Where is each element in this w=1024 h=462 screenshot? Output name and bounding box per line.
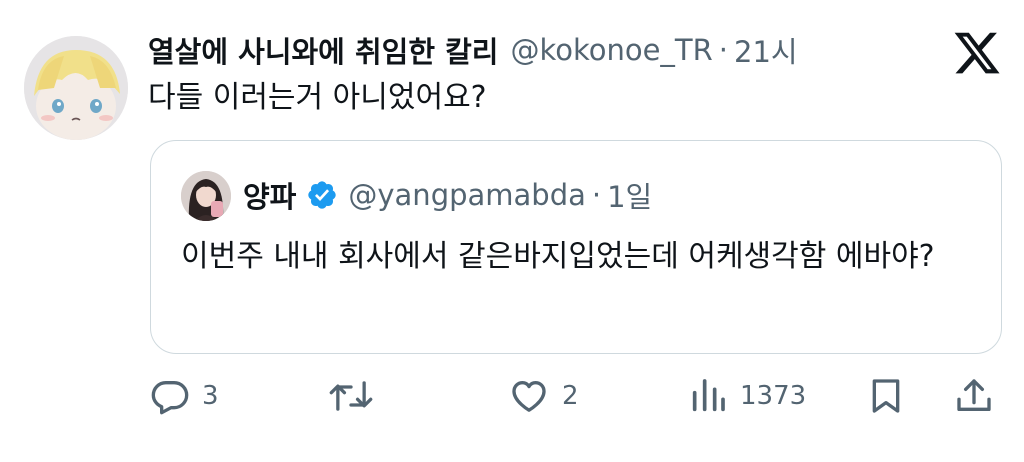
verified-badge-icon — [308, 181, 337, 209]
views-icon — [692, 379, 725, 412]
quoted-tweet[interactable]: 양파 @yangpamabda · 1일 이번주 내내 회사에서 같은바지입었는… — [150, 140, 1002, 354]
share-button[interactable] — [954, 372, 994, 420]
reply-button[interactable]: 3 — [150, 372, 219, 420]
separator-dot: · — [718, 33, 729, 67]
quoted-author-avatar[interactable] — [181, 171, 231, 221]
quoted-tweet-text: 이번주 내내 회사에서 같은바지입었는데 어케생각함 에바야? — [181, 239, 935, 274]
quoted-author-handle[interactable]: @yangpamabda — [348, 178, 586, 212]
like-count: 2 — [562, 381, 579, 411]
quoted-tweet-header: 양파 @yangpamabda · 1일 — [243, 173, 652, 217]
retweet-button[interactable] — [328, 372, 386, 420]
tweet-text: 다들 이러는거 아니었어요? — [148, 80, 487, 115]
author-avatar[interactable] — [24, 36, 128, 140]
like-icon — [512, 381, 546, 412]
quoted-tweet-timestamp[interactable]: 1일 — [607, 174, 652, 216]
bookmark-button[interactable] — [866, 372, 906, 420]
quoted-separator-dot: · — [591, 178, 602, 212]
quoted-author-display-name[interactable]: 양파 — [243, 174, 296, 216]
retweet-icon — [329, 381, 373, 411]
view-count: 1373 — [740, 381, 807, 411]
x-logo-icon — [954, 32, 1000, 74]
tweet-timestamp[interactable]: 21시 — [734, 29, 798, 71]
tweet-header: 열살에 사니와에 취임한 칼리 @kokonoe_TR · 21시 — [148, 30, 798, 70]
quoted-author-avatar-image — [181, 171, 231, 221]
reply-count: 3 — [202, 381, 219, 411]
like-button[interactable]: 2 — [508, 372, 579, 420]
views-button[interactable]: 1373 — [688, 372, 806, 420]
author-handle[interactable]: @kokonoe_TR — [510, 33, 712, 67]
bookmark-icon — [872, 379, 900, 413]
author-avatar-image — [24, 36, 128, 140]
reply-icon — [151, 381, 189, 415]
action-bar: 3 2 1373 — [0, 372, 1024, 420]
author-display-name[interactable]: 열살에 사니와에 취임한 칼리 — [148, 29, 498, 71]
share-icon — [957, 379, 991, 411]
